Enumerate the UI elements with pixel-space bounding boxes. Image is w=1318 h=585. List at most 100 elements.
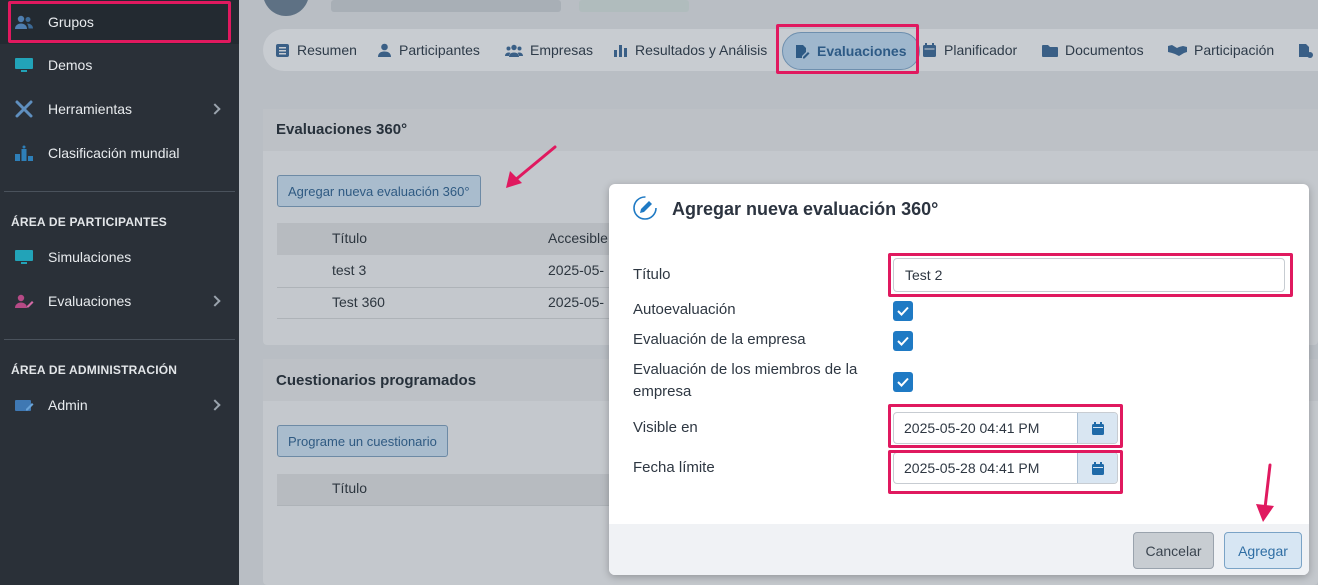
- panel-header: [263, 109, 1318, 151]
- table-row-date: 2025-05-: [548, 262, 605, 278]
- submit-add-button[interactable]: Agregar: [1224, 532, 1302, 569]
- deadline-calendar-button[interactable]: [1077, 453, 1117, 483]
- monitor-icon: [14, 56, 34, 74]
- deadline-date-input[interactable]: [894, 453, 1078, 483]
- members-eval-checkbox[interactable]: [893, 372, 913, 392]
- tab-empresas[interactable]: Empresas: [504, 29, 593, 71]
- sidebar-item-label: Grupos: [48, 14, 94, 30]
- user-edit-icon: [14, 292, 34, 310]
- bar-chart-icon: [613, 43, 628, 57]
- row-divider: [277, 318, 609, 319]
- tab-label: Documentos: [1065, 42, 1144, 58]
- self-eval-label: Autoevaluación: [633, 301, 736, 318]
- tab-label: Planificador: [944, 42, 1018, 58]
- tab-label: Resumen: [297, 42, 357, 58]
- header-title-placeholder: [331, 0, 561, 12]
- tab-label: Resultados y Análisis: [635, 42, 768, 58]
- calendar-icon: [1091, 421, 1104, 435]
- sidebar-item-label: Admin: [48, 397, 88, 413]
- row-divider: [277, 287, 609, 288]
- file-edit-icon: [795, 44, 810, 58]
- sidebar: Grupos Demos Herramientas Clasificación …: [0, 0, 239, 585]
- section-heading-admin: ÁREA DE ADMINISTRACIÓN: [11, 363, 178, 377]
- section-heading-participants: ÁREA DE PARTICIPANTES: [11, 215, 167, 229]
- monitor-icon: [14, 248, 34, 266]
- tab-planificador[interactable]: Planificador: [922, 29, 1017, 71]
- deadline-date-picker: [893, 452, 1118, 484]
- table-header: [277, 474, 609, 506]
- modal-title: Agregar nueva evaluación 360°: [672, 199, 939, 219]
- logo: [263, 0, 309, 16]
- title-input[interactable]: [893, 258, 1285, 292]
- sidebar-item-demos[interactable]: Demos: [0, 43, 239, 87]
- column-header-title: Título: [332, 230, 368, 246]
- tab-participantes[interactable]: Participantes: [377, 29, 480, 71]
- sidebar-item-grupos[interactable]: Grupos: [0, 0, 239, 44]
- chevron-right-icon: [209, 399, 221, 411]
- tab-label: Participación: [1194, 42, 1275, 58]
- add-evaluation-modal: Agregar nueva evaluación 360° Título Aut…: [609, 184, 1309, 575]
- company-eval-checkbox[interactable]: [893, 331, 913, 351]
- list-icon: [275, 43, 290, 57]
- check-icon: [897, 306, 909, 316]
- tab-documentos[interactable]: Documentos: [1041, 29, 1144, 71]
- members-eval-label-line1: Evaluación de los miembros de la: [633, 361, 858, 378]
- sidebar-item-evaluaciones[interactable]: Evaluaciones: [0, 279, 239, 323]
- deadline-label: Fecha límite: [633, 459, 715, 476]
- add-evaluation-button[interactable]: Agregar nueva evaluación 360°: [277, 175, 481, 207]
- tools-icon: [14, 100, 34, 118]
- self-eval-checkbox[interactable]: [893, 301, 913, 321]
- sidebar-item-herramientas[interactable]: Herramientas: [0, 87, 239, 131]
- tab-label: Evaluaciones: [817, 43, 907, 59]
- tab-label: Empresas: [530, 42, 594, 58]
- table-row-title[interactable]: Test 360: [332, 294, 385, 310]
- table-row-date: 2025-05-: [548, 294, 605, 310]
- visible-calendar-button[interactable]: [1077, 413, 1117, 443]
- chevron-right-icon: [209, 295, 221, 307]
- sidebar-item-simulaciones[interactable]: Simulaciones: [0, 235, 239, 279]
- podium-icon: [14, 144, 34, 162]
- visible-date-input[interactable]: [894, 413, 1078, 443]
- panel-title: Evaluaciones 360°: [276, 121, 408, 138]
- calendar-icon: [1091, 461, 1104, 475]
- sidebar-item-clasificacion[interactable]: Clasificación mundial: [0, 131, 239, 175]
- tab-resumen[interactable]: Resumen: [275, 29, 357, 71]
- tab-label: Participantes: [399, 42, 480, 58]
- sidebar-item-label: Evaluaciones: [48, 293, 132, 309]
- header-badge-placeholder: [579, 0, 689, 12]
- sidebar-divider: [4, 191, 235, 192]
- tab-evaluaciones[interactable]: Evaluaciones: [782, 32, 920, 70]
- members-eval-label-line2: empresa: [633, 383, 692, 400]
- title-label: Título: [633, 266, 671, 283]
- folder-icon: [1041, 43, 1058, 57]
- check-icon: [897, 377, 909, 387]
- column-header-accessible: Accesible: [548, 230, 608, 246]
- schedule-questionnaire-button[interactable]: Programe un cuestionario: [277, 425, 448, 457]
- panel-title: Cuestionarios programados: [276, 372, 477, 389]
- column-header-title: Título: [332, 480, 368, 496]
- calendar-icon: [922, 43, 937, 57]
- sidebar-item-label: Simulaciones: [48, 249, 132, 265]
- sidebar-item-admin[interactable]: Admin: [0, 383, 239, 427]
- tab-more[interactable]: [1298, 29, 1318, 71]
- handshake-icon: [1168, 43, 1187, 57]
- row-divider: [277, 505, 609, 506]
- table-row-title[interactable]: test 3: [332, 262, 366, 278]
- users-icon: [14, 13, 34, 31]
- sidebar-item-label: Demos: [48, 57, 93, 73]
- sidebar-item-label: Clasificación mundial: [48, 145, 180, 161]
- admin-icon: [14, 396, 34, 414]
- company-eval-label: Evaluación de la empresa: [633, 331, 806, 348]
- sidebar-item-label: Herramientas: [48, 101, 133, 117]
- file-add-icon: [1298, 43, 1313, 58]
- check-icon: [897, 336, 909, 346]
- users-icon: [504, 43, 523, 57]
- chevron-right-icon: [209, 103, 221, 115]
- visible-label: Visible en: [633, 419, 698, 436]
- user-icon: [377, 43, 392, 57]
- cancel-button[interactable]: Cancelar: [1133, 532, 1214, 569]
- visible-date-picker: [893, 412, 1118, 444]
- edit-pencil-icon: [633, 196, 657, 220]
- tab-resultados[interactable]: Resultados y Análisis: [613, 29, 767, 71]
- tab-participacion[interactable]: Participación: [1168, 29, 1274, 71]
